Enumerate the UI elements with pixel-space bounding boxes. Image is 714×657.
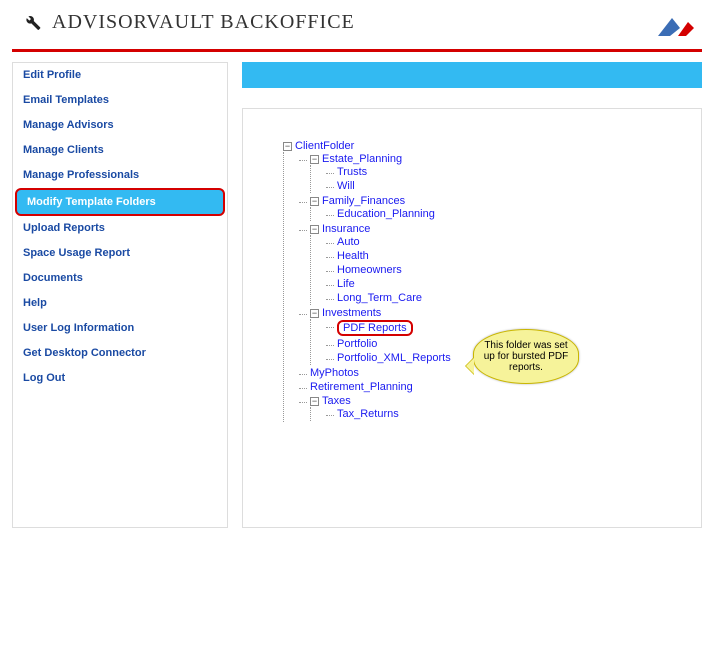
- sidebar-item-help[interactable]: Help: [13, 291, 227, 316]
- tree-node-clientfolder[interactable]: ClientFolder: [295, 140, 354, 152]
- sidebar-item-manage-advisors[interactable]: Manage Advisors: [13, 113, 227, 138]
- tree-node-insurance[interactable]: Insurance: [322, 223, 370, 235]
- sidebar-item-log-out[interactable]: Log Out: [13, 366, 227, 391]
- tree-node-portfolio[interactable]: Portfolio: [337, 338, 377, 350]
- toggle-icon[interactable]: −: [310, 197, 319, 206]
- sidebar-item-upload-reports[interactable]: Upload Reports: [13, 216, 227, 241]
- sidebar-item-manage-clients[interactable]: Manage Clients: [13, 138, 227, 163]
- sidebar-item-manage-professionals[interactable]: Manage Professionals: [13, 163, 227, 188]
- sidebar-item-space-usage-report[interactable]: Space Usage Report: [13, 241, 227, 266]
- tree-node-trusts[interactable]: Trusts: [337, 166, 367, 178]
- sidebar: Edit Profile Email Templates Manage Advi…: [12, 62, 228, 528]
- sidebar-item-email-templates[interactable]: Email Templates: [13, 88, 227, 113]
- sidebar-item-edit-profile[interactable]: Edit Profile: [13, 63, 227, 88]
- tree-node-tax-returns[interactable]: Tax_Returns: [337, 408, 399, 420]
- toggle-icon[interactable]: −: [310, 309, 319, 318]
- header-divider: [12, 49, 702, 52]
- tree-node-life[interactable]: Life: [337, 278, 355, 290]
- content: −ClientFolder −Estate_Planning Trusts Wi…: [242, 62, 702, 528]
- sidebar-item-user-log-information[interactable]: User Log Information: [13, 316, 227, 341]
- tree-node-homeowners[interactable]: Homeowners: [337, 264, 402, 276]
- main: Edit Profile Email Templates Manage Advi…: [0, 62, 714, 540]
- sidebar-item-get-desktop-connector[interactable]: Get Desktop Connector: [13, 341, 227, 366]
- tree-node-pdf-reports[interactable]: PDF Reports: [343, 322, 407, 334]
- toggle-icon[interactable]: −: [310, 225, 319, 234]
- tree-node-long-term-care[interactable]: Long_Term_Care: [337, 292, 422, 304]
- toggle-icon[interactable]: −: [310, 155, 319, 164]
- wrench-icon: [20, 10, 42, 35]
- tree-node-taxes[interactable]: Taxes: [322, 395, 351, 407]
- tree-node-auto[interactable]: Auto: [337, 236, 360, 248]
- header: ADVISORVAULT BACKOFFICE: [0, 0, 714, 43]
- content-topbar: [242, 62, 702, 88]
- toggle-icon[interactable]: −: [283, 142, 292, 151]
- folder-tree: −ClientFolder −Estate_Planning Trusts Wi…: [273, 139, 671, 423]
- tree-node-education-planning[interactable]: Education_Planning: [337, 208, 435, 220]
- corner-logo-icon: [656, 14, 696, 40]
- brand: ADVISORVAULT BACKOFFICE: [20, 10, 694, 35]
- tree-node-family-finances[interactable]: Family_Finances: [322, 195, 405, 207]
- tree-node-retirement-planning[interactable]: Retirement_Planning: [310, 381, 413, 393]
- app-title: ADVISORVAULT BACKOFFICE: [52, 11, 355, 34]
- tree-node-will[interactable]: Will: [337, 180, 355, 192]
- tree-node-health[interactable]: Health: [337, 250, 369, 262]
- sidebar-item-documents[interactable]: Documents: [13, 266, 227, 291]
- tree-node-estate-planning[interactable]: Estate_Planning: [322, 153, 402, 165]
- tree-node-investments[interactable]: Investments: [322, 307, 381, 319]
- toggle-icon[interactable]: −: [310, 397, 319, 406]
- annotation-callout: This folder was set up for bursted PDF r…: [473, 329, 579, 384]
- tree-node-myphotos[interactable]: MyPhotos: [310, 367, 359, 379]
- content-body: −ClientFolder −Estate_Planning Trusts Wi…: [242, 108, 702, 528]
- tree-node-portfolio-xml-reports[interactable]: Portfolio_XML_Reports: [337, 352, 451, 364]
- sidebar-item-modify-template-folders[interactable]: Modify Template Folders: [15, 188, 225, 216]
